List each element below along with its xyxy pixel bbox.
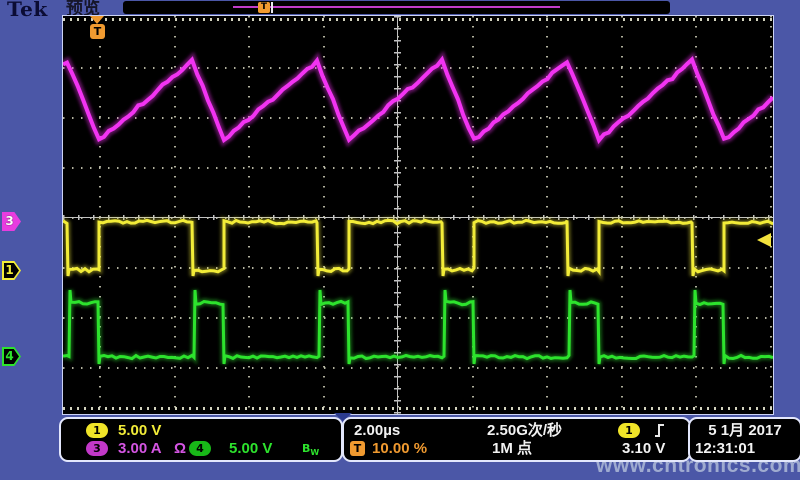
channel-marker-label: 3 bbox=[2, 213, 17, 230]
sample-rate-readout: 2.50G次/秒 bbox=[487, 422, 562, 439]
record-trigger-marker[interactable]: T bbox=[258, 2, 270, 13]
tek-logo: Tek bbox=[7, 0, 48, 20]
channel-marker-1[interactable]: 1 bbox=[2, 261, 21, 280]
trace-ch3 bbox=[63, 60, 773, 141]
trigger-position-readout: 10.00 % bbox=[372, 440, 427, 457]
ch3-coupling-readout: Ω bbox=[174, 440, 186, 457]
trace-ch4 bbox=[63, 290, 773, 364]
trace-ch4 bbox=[63, 290, 773, 364]
record-view-bar[interactable]: T bbox=[123, 1, 670, 14]
trigger-position-marker[interactable]: T bbox=[90, 24, 105, 39]
ch3-scale-readout: 3.00 A bbox=[118, 440, 162, 457]
channel-marker-3[interactable]: 3 bbox=[2, 212, 21, 231]
ch4-scale-readout: 5.00 V bbox=[229, 440, 272, 457]
trace-ch1 bbox=[63, 220, 773, 276]
record-window-bracket bbox=[271, 2, 273, 13]
rising-edge-icon bbox=[653, 422, 666, 439]
waveform-display bbox=[63, 16, 773, 414]
trigger-level-readout: 3.10 V bbox=[622, 440, 665, 457]
channel-marker-label: 1 bbox=[2, 262, 17, 279]
trace-ch1 bbox=[63, 220, 773, 276]
trigger-source-badge[interactable]: 1 bbox=[618, 423, 640, 438]
oscilloscope-screen: Tek 预览 T T 314 1 5.00 V 3 3.00 A Ω 4 5.0… bbox=[0, 0, 800, 480]
trigger-position-badge[interactable]: T bbox=[350, 441, 365, 456]
ch4-bandwidth-limit-icon: BW bbox=[302, 441, 319, 460]
ch1-badge[interactable]: 1 bbox=[86, 423, 108, 438]
ch4-badge[interactable]: 4 bbox=[189, 441, 211, 456]
trace-ch3 bbox=[63, 60, 773, 141]
channel-marker-label: 4 bbox=[2, 348, 17, 365]
channel-marker-4[interactable]: 4 bbox=[2, 347, 21, 366]
date-readout: 5 1月 2017 bbox=[690, 422, 800, 439]
horizontal-trigger-readout-box[interactable]: 2.00µs 2.50G次/秒 1 T 10.00 % 1M 点 3.10 V bbox=[342, 417, 691, 462]
timebase-readout: 2.00µs bbox=[354, 422, 400, 439]
time-readout: 12:31:01 bbox=[695, 440, 755, 457]
channel-readout-box[interactable]: 1 5.00 V 3 3.00 A Ω 4 5.00 V BW bbox=[59, 417, 343, 462]
record-length-readout: 1M 点 bbox=[492, 440, 532, 457]
ch3-badge[interactable]: 3 bbox=[86, 441, 108, 456]
ch1-scale-readout: 5.00 V bbox=[118, 422, 161, 439]
record-waveform-line bbox=[233, 6, 560, 8]
datetime-box[interactable]: 5 1月 2017 12:31:01 bbox=[688, 417, 800, 462]
graticule: T bbox=[62, 15, 774, 415]
